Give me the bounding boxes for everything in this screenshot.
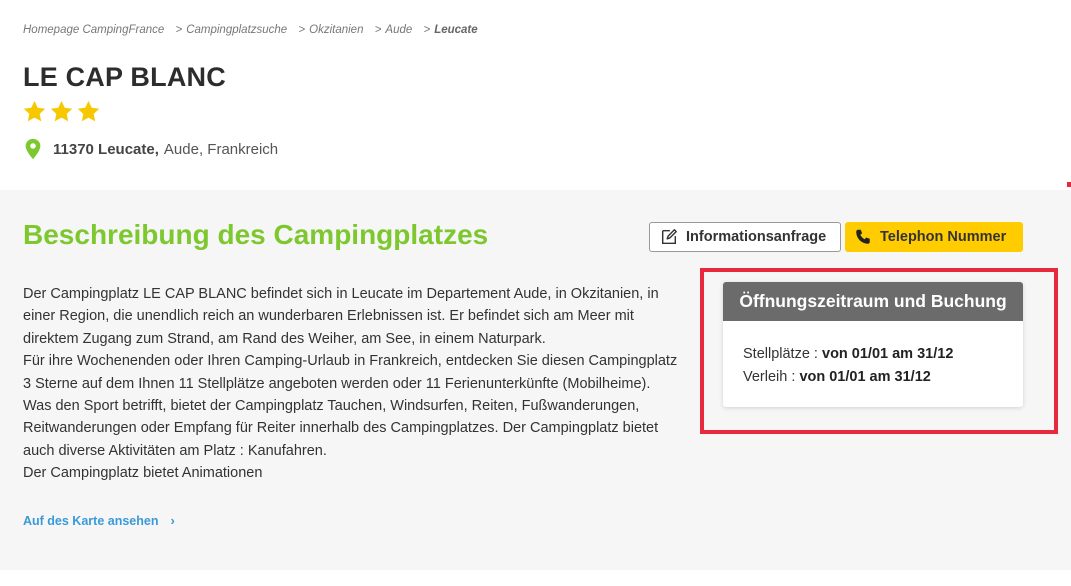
view-map-link[interactable]: Auf des Karte ansehen › (23, 513, 175, 528)
breadcrumb: Homepage CampingFrance > Campingplatzsuch… (23, 24, 478, 36)
information-request-button[interactable]: Informationsanfrage (649, 222, 841, 252)
location-region: Aude, Frankreich (163, 140, 279, 158)
breadcrumb-item-search[interactable]: Campingplatzsuche (186, 24, 287, 36)
description-paragraph: Für ihre Wochenenden oder Ihren Camping-… (23, 353, 678, 392)
description-paragraph: Der Campingplatz bietet Animationen (23, 465, 263, 482)
star-rating (22, 99, 101, 124)
map-pin-icon (25, 138, 41, 160)
location: 11370 Leucate, Aude, Frankreich (23, 138, 278, 160)
star-icon (23, 100, 46, 122)
booking-row-value: von 01/01 am 31/12 (822, 346, 954, 362)
description-paragraph: Der Campingplatz LE CAP BLANC befindet s… (23, 286, 659, 347)
breadcrumb-item-department[interactable]: Aude (385, 24, 412, 36)
information-request-label: Informationsanfrage (686, 229, 827, 245)
description-text: Der Campingplatz LE CAP BLANC befindet s… (23, 283, 678, 485)
breadcrumb-item-region[interactable]: Okzitanien (309, 24, 363, 36)
breadcrumb-separator: > (374, 24, 382, 36)
booking-title: Öffnungszeitraum und Buchung (723, 282, 1023, 321)
breadcrumb-separator: > (423, 24, 431, 36)
page-title: LE CAP BLANC (23, 62, 226, 92)
chevron-right-icon: › (170, 513, 175, 528)
booking-row-rentals: Verleih : von 01/01 am 31/12 (743, 366, 1003, 389)
breadcrumb-separator: > (298, 24, 306, 36)
location-city: 11370 Leucate, (53, 140, 159, 158)
description-paragraph: Was den Sport betrifft, bietet der Campi… (23, 398, 659, 459)
highlight-marker (1067, 182, 1071, 187)
booking-row-value: von 01/01 am 31/12 (799, 369, 931, 385)
phone-icon (856, 229, 870, 244)
breadcrumb-separator: > (175, 24, 183, 36)
star-icon (50, 100, 73, 122)
phone-number-button[interactable]: Telephon Nummer (845, 222, 1023, 252)
phone-number-label: Telephon Nummer (880, 229, 1007, 245)
booking-row-pitches: Stellplätze : von 01/01 am 31/12 (743, 343, 1003, 366)
star-icon (77, 100, 100, 122)
booking-card: Öffnungszeitraum und Buchung Stellplätze… (723, 282, 1023, 407)
booking-details: Stellplätze : von 01/01 am 31/12 Verleih… (723, 321, 1023, 389)
view-map-label: Auf des Karte ansehen (23, 513, 159, 528)
edit-icon (661, 229, 677, 245)
booking-row-label: Stellplätze : (743, 346, 818, 362)
breadcrumb-item-home[interactable]: Homepage CampingFrance (23, 24, 164, 36)
booking-row-label: Verleih : (743, 369, 796, 385)
section-title: Beschreibung des Campingplatzes (23, 219, 489, 250)
breadcrumb-current: Leucate (434, 24, 478, 36)
